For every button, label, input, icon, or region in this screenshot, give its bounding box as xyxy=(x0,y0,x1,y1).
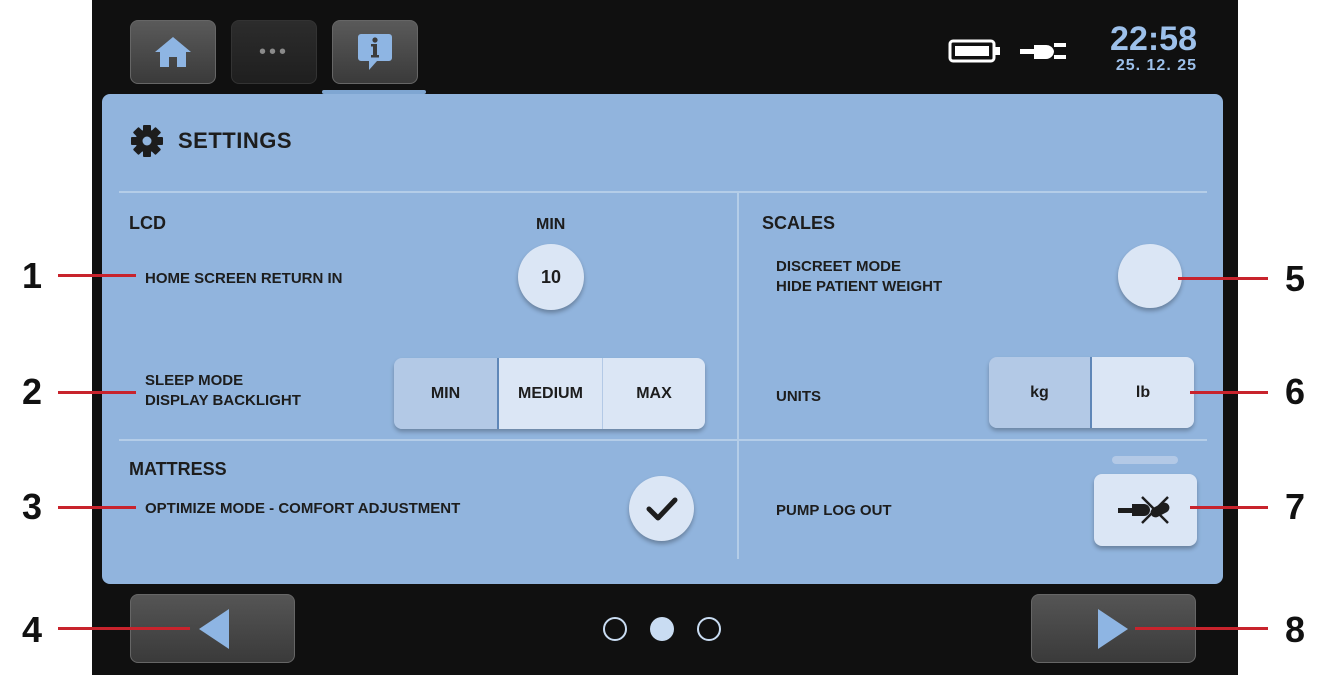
callout-line xyxy=(1190,391,1268,394)
more-dots-icon: ••• xyxy=(258,40,289,63)
min-column-header: MIN xyxy=(536,216,566,233)
more-button[interactable]: ••• xyxy=(231,20,317,84)
callout-number: 2 xyxy=(22,371,43,412)
units-label: UNITS xyxy=(776,388,821,405)
scales-heading: SCALES xyxy=(762,213,836,233)
pump-status-indicator xyxy=(1112,456,1178,464)
home-return-value-button[interactable]: 10 xyxy=(518,244,584,310)
mattress-heading: MATTRESS xyxy=(129,459,227,479)
callout-line xyxy=(58,627,190,630)
divider xyxy=(119,439,1207,441)
backlight-option-medium[interactable]: MEDIUM xyxy=(497,358,602,429)
pump-logout-icon xyxy=(1117,496,1169,524)
divider xyxy=(737,191,739,559)
discreet-mode-line2: HIDE PATIENT WEIGHT xyxy=(776,278,943,295)
home-button[interactable] xyxy=(130,20,216,84)
callout-number: 6 xyxy=(1285,371,1306,412)
clock-date: 25. 12. 25 xyxy=(1115,57,1197,74)
discreet-mode-label: DISCREET MODE HIDE PATIENT WEIGHT xyxy=(776,257,942,297)
callout-line xyxy=(58,506,136,509)
arrow-right-icon xyxy=(1097,608,1128,649)
backlight-option-min[interactable]: MIN xyxy=(394,358,497,429)
discreet-mode-toggle[interactable] xyxy=(1118,244,1182,308)
callout-line xyxy=(58,274,136,277)
callout-number: 8 xyxy=(1285,609,1306,650)
units-selector: kg lb xyxy=(989,357,1194,428)
callout-number: 1 xyxy=(22,255,43,296)
page-dot-1[interactable] xyxy=(603,617,627,641)
page-title: SETTINGS xyxy=(178,128,293,153)
callout-number: 3 xyxy=(22,486,43,527)
callout-number: 7 xyxy=(1285,486,1306,527)
callout-line xyxy=(1190,506,1268,509)
backlight-selector: MIN MEDIUM MAX xyxy=(394,358,705,429)
discreet-mode-line1: DISCREET MODE xyxy=(776,258,902,275)
checkmark-icon xyxy=(646,497,677,520)
pump-logout-label: PUMP LOG OUT xyxy=(776,502,892,519)
lcd-heading: LCD xyxy=(129,213,166,233)
gear-icon xyxy=(131,125,163,157)
pump-logout-button[interactable] xyxy=(1094,474,1197,546)
unit-option-lb[interactable]: lb xyxy=(1090,357,1194,428)
page-dot-2-active[interactable] xyxy=(650,617,674,641)
sleep-mode-line2: DISPLAY BACKLIGHT xyxy=(145,392,301,409)
power-plug-icon xyxy=(1020,43,1066,59)
clock-time: 22:58 xyxy=(1110,20,1197,58)
home-icon xyxy=(155,37,191,67)
sleep-mode-label: SLEEP MODE DISPLAY BACKLIGHT xyxy=(145,371,301,411)
callout-number: 5 xyxy=(1285,258,1306,299)
unit-option-kg[interactable]: kg xyxy=(989,357,1090,428)
battery-icon xyxy=(948,39,1000,63)
callout-number: 4 xyxy=(22,609,43,650)
callout-line xyxy=(1135,627,1268,630)
settings-panel: SETTINGS LCD MIN HOME SCREEN RETURN IN 1… xyxy=(102,94,1223,584)
optimize-mode-label: OPTIMIZE MODE - COMFORT ADJUSTMENT xyxy=(145,500,461,517)
clock: 22:58 25. 12. 25 xyxy=(1110,22,1197,76)
panel-header: SETTINGS xyxy=(130,124,292,158)
info-button[interactable] xyxy=(332,20,418,84)
callout-line xyxy=(1178,277,1268,280)
divider xyxy=(119,191,1207,193)
arrow-left-icon xyxy=(198,608,229,649)
callout-line xyxy=(58,391,136,394)
sleep-mode-line1: SLEEP MODE xyxy=(145,372,244,389)
info-icon xyxy=(358,34,392,70)
home-return-label: HOME SCREEN RETURN IN xyxy=(145,270,343,287)
page-dot-3[interactable] xyxy=(697,617,721,641)
backlight-option-max[interactable]: MAX xyxy=(602,358,705,429)
optimize-mode-toggle[interactable] xyxy=(629,476,694,541)
